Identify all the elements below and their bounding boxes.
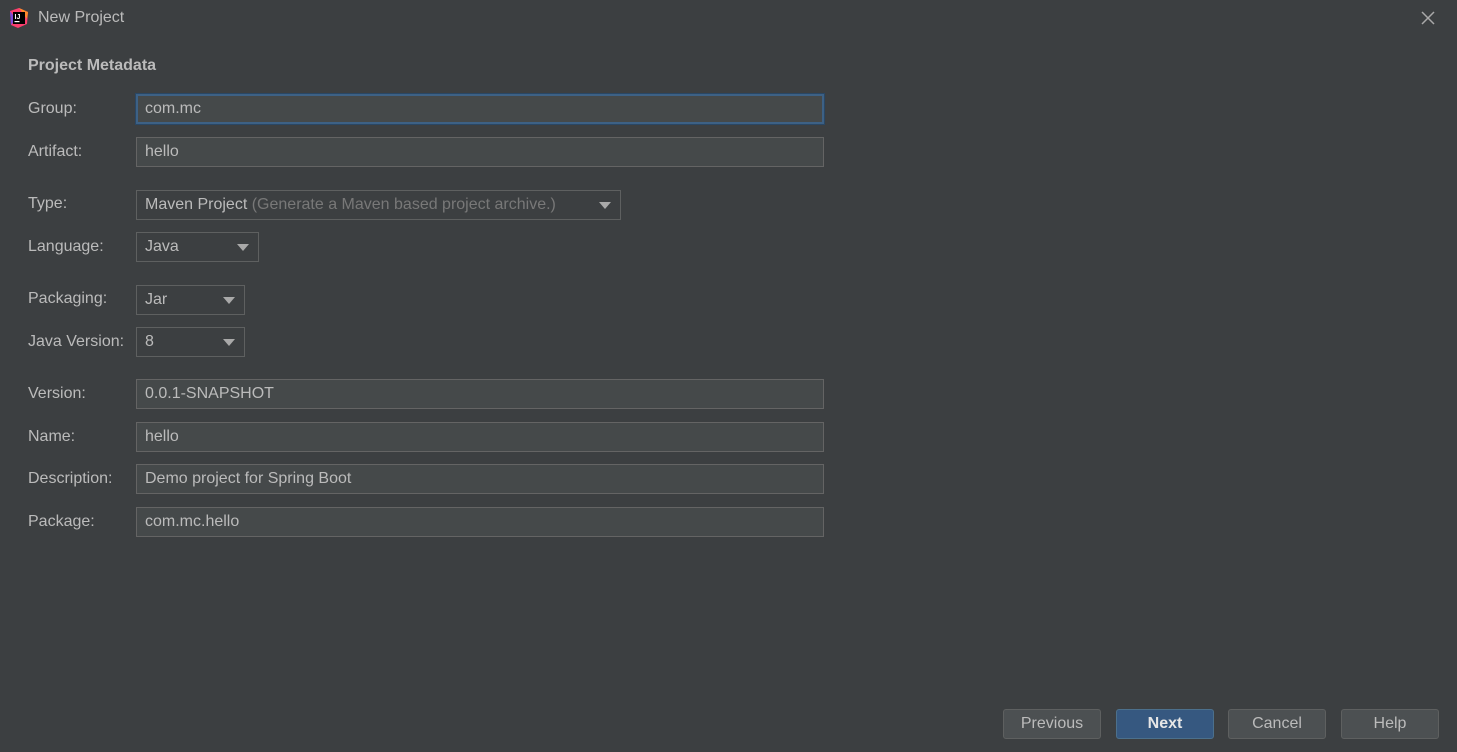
language-value: Java xyxy=(145,238,179,255)
window-title: New Project xyxy=(38,9,125,26)
title-bar: IJ New Project xyxy=(0,0,1457,36)
version-field[interactable] xyxy=(136,379,824,409)
intellij-idea-icon: IJ xyxy=(10,8,28,28)
name-field[interactable] xyxy=(136,422,824,452)
packaging-dropdown[interactable]: Jar xyxy=(136,285,245,315)
language-dropdown[interactable]: Java xyxy=(136,232,259,262)
name-label: Name: xyxy=(28,428,76,445)
description-field[interactable] xyxy=(136,464,824,494)
svg-text:IJ: IJ xyxy=(15,14,21,21)
section-title: Project Metadata xyxy=(28,57,157,74)
artifact-label: Artifact: xyxy=(28,143,83,160)
chevron-down-icon xyxy=(237,244,249,251)
type-value: Maven Project xyxy=(145,196,248,213)
group-field[interactable] xyxy=(136,94,824,124)
java-version-dropdown[interactable]: 8 xyxy=(136,327,245,357)
language-label: Language: xyxy=(28,238,104,255)
type-dropdown[interactable]: Maven Project (Generate a Maven based pr… xyxy=(136,190,621,220)
type-label: Type: xyxy=(28,195,68,212)
packaging-value: Jar xyxy=(145,291,168,308)
package-label: Package: xyxy=(28,513,95,530)
cancel-button[interactable]: Cancel xyxy=(1228,709,1326,739)
java-version-label: Java Version: xyxy=(28,333,125,350)
help-button[interactable]: Help xyxy=(1341,709,1439,739)
package-field[interactable] xyxy=(136,507,824,537)
version-label: Version: xyxy=(28,385,86,402)
group-label: Group: xyxy=(28,100,77,117)
chevron-down-icon xyxy=(223,339,235,346)
java-version-value: 8 xyxy=(145,333,154,350)
type-hint: (Generate a Maven based project archive.… xyxy=(251,196,556,213)
packaging-label: Packaging: xyxy=(28,290,108,307)
description-label: Description: xyxy=(28,470,113,487)
next-button[interactable]: Next xyxy=(1116,709,1214,739)
chevron-down-icon xyxy=(599,202,611,209)
chevron-down-icon xyxy=(223,297,235,304)
close-icon[interactable] xyxy=(1416,6,1440,30)
artifact-field[interactable] xyxy=(136,137,824,167)
previous-button[interactable]: Previous xyxy=(1003,709,1101,739)
